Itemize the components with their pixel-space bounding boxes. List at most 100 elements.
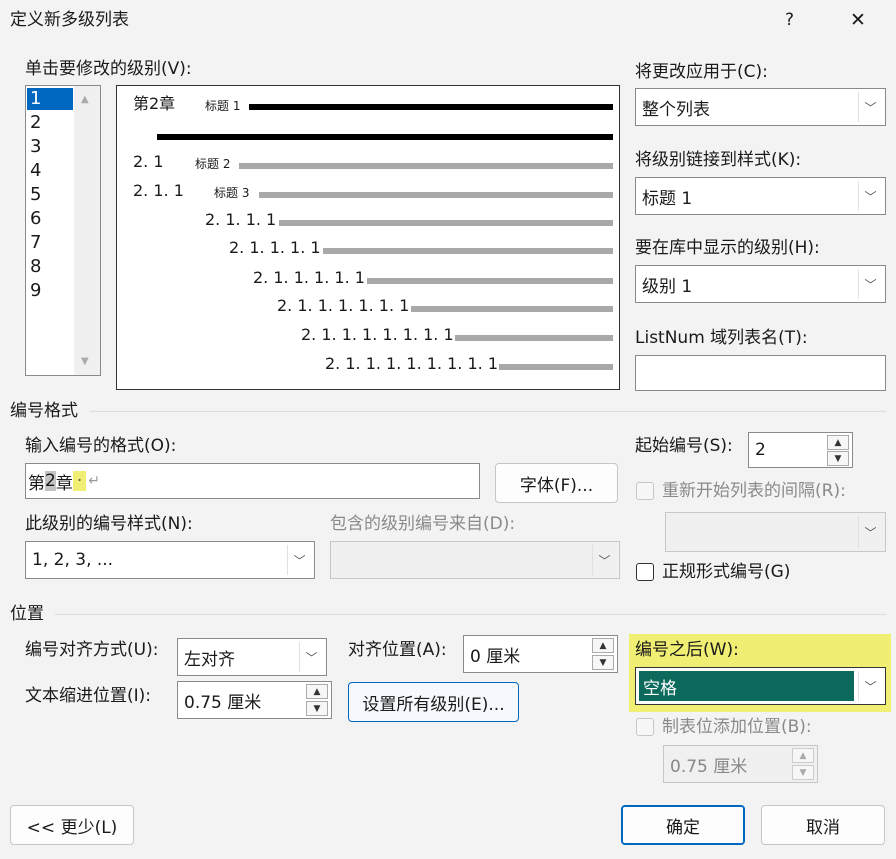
gallery-level-dropdown[interactable]: 级别 1 ﹀	[635, 265, 886, 303]
chevron-down-icon[interactable]: ﹀	[858, 516, 882, 548]
text-indent-spinner[interactable]: 0.75 厘米 ▲ ▼	[177, 681, 332, 719]
preview-l4-num: 2. 1. 1. 1	[205, 210, 277, 229]
spin-down-icon[interactable]: ▼	[792, 765, 814, 780]
follow-number-dropdown[interactable]: 空格 ﹀	[635, 667, 886, 705]
link-style-value: 标题 1	[642, 188, 693, 209]
spin-up-icon[interactable]: ▲	[306, 684, 328, 699]
spin-up-icon[interactable]: ▲	[827, 435, 849, 450]
chevron-down-icon[interactable]: ﹀	[858, 181, 882, 211]
chevron-down-icon[interactable]: ﹀	[287, 545, 311, 575]
level-item-7[interactable]: 7	[27, 232, 73, 254]
less-button[interactable]: << 更少(L)	[10, 805, 134, 845]
dialog-title: 定义新多级列表	[10, 10, 129, 30]
spin-down-icon[interactable]: ▼	[306, 701, 328, 716]
preview-l6-bar	[367, 278, 613, 284]
follow-number-value: 空格	[639, 671, 854, 701]
link-style-dropdown[interactable]: 标题 1 ﹀	[635, 177, 886, 215]
close-icon[interactable]: ✕	[850, 9, 866, 31]
text-indent-label: 文本缩进位置(I):	[25, 686, 152, 706]
restart-checkbox[interactable]	[636, 482, 654, 500]
number-format-input[interactable]: 第 2 章 · ↵	[25, 463, 480, 499]
chevron-down-icon[interactable]: ﹀	[592, 545, 616, 575]
legal-numbering-label: 正规形式编号(G)	[662, 562, 791, 582]
listnum-input[interactable]	[635, 355, 886, 391]
level-item-8[interactable]: 8	[27, 256, 73, 278]
restart-dropdown[interactable]: ﹀	[665, 512, 886, 552]
preview-l3-style: 标题 3	[214, 186, 250, 200]
add-tab-stop-label: 制表位添加位置(B):	[662, 717, 812, 737]
preview-l7-num: 2. 1. 1. 1. 1. 1. 1	[277, 296, 410, 315]
listnum-label: ListNum 域列表名(T):	[635, 328, 808, 348]
preview-l1-bar2	[157, 134, 613, 140]
number-format-label: 输入编号的格式(O):	[25, 436, 177, 456]
level-item-1[interactable]: 1	[27, 88, 73, 110]
spin-up-icon[interactable]: ▲	[792, 748, 814, 763]
font-button[interactable]: 字体(F)...	[495, 463, 618, 503]
number-alignment-dropdown[interactable]: 左对齐 ﹀	[177, 638, 327, 676]
level-item-5[interactable]: 5	[27, 184, 73, 206]
cancel-button[interactable]: 取消	[761, 805, 885, 845]
start-at-spinner[interactable]: 2 ▲ ▼	[748, 432, 853, 468]
preview-l1-bar	[249, 104, 613, 110]
preview-l7-bar	[411, 306, 613, 312]
preview-l1-num: 第2章	[133, 94, 176, 113]
levels-label: 单击要修改的级别(V):	[25, 59, 192, 79]
aligned-at-value: 0 厘米	[470, 646, 521, 667]
scroll-up-icon[interactable]: ▲	[81, 94, 89, 105]
preview-l3-bar	[259, 192, 613, 198]
scroll-down-icon[interactable]: ▼	[81, 356, 89, 367]
format-number-field: 2	[45, 471, 56, 491]
chevron-down-icon[interactable]: ﹀	[858, 92, 882, 122]
preview-l9-bar	[499, 364, 613, 370]
number-format-section-title: 编号格式	[10, 401, 78, 421]
format-suffix: 章	[55, 473, 73, 494]
start-at-label: 起始编号(S):	[635, 436, 733, 456]
legal-numbering-checkbox[interactable]	[636, 563, 654, 581]
level-item-3[interactable]: 3	[27, 136, 73, 158]
apply-to-dropdown[interactable]: 整个列表 ﹀	[635, 88, 886, 126]
level-item-6[interactable]: 6	[27, 208, 73, 230]
include-level-dropdown[interactable]: ﹀	[330, 541, 620, 579]
preview-l4-bar	[279, 220, 613, 226]
level-item-4[interactable]: 4	[27, 160, 73, 182]
number-style-label: 此级别的编号样式(N):	[25, 514, 193, 534]
number-style-value: 1, 2, 3, ...	[32, 550, 114, 570]
aligned-at-label: 对齐位置(A):	[348, 640, 447, 660]
number-alignment-value: 左对齐	[184, 649, 235, 670]
preview-l6-num: 2. 1. 1. 1. 1. 1	[253, 268, 365, 287]
chevron-down-icon[interactable]: ﹀	[858, 269, 882, 299]
preview-l5-num: 2. 1. 1. 1. 1	[229, 238, 321, 257]
level-item-9[interactable]: 9	[27, 280, 73, 302]
tab-stop-spinner[interactable]: 0.75 厘米 ▲ ▼	[663, 745, 818, 783]
preview-l8-num: 2. 1. 1. 1. 1. 1. 1. 1	[301, 325, 454, 344]
section-divider	[90, 411, 886, 412]
level-list[interactable]: 123456789 ▲ ▼	[25, 85, 101, 376]
preview-pane: 第2章 标题 1 2. 1 标题 2 2. 1. 1 标题 3 2. 1. 1.…	[116, 85, 620, 390]
chevron-down-icon[interactable]: ﹀	[299, 642, 323, 672]
preview-l9-num: 2. 1. 1. 1. 1. 1. 1. 1. 1	[325, 354, 498, 373]
format-prefix: 第	[28, 473, 45, 494]
help-button[interactable]: ?	[785, 9, 794, 31]
add-tab-stop-checkbox[interactable]	[636, 718, 654, 736]
spin-up-icon[interactable]: ▲	[592, 638, 614, 653]
gallery-level-value: 级别 1	[642, 276, 693, 297]
preview-l2-style: 标题 2	[195, 157, 231, 171]
number-alignment-label: 编号对齐方式(U):	[25, 640, 159, 660]
restart-label: 重新开始列表的间隔(R):	[662, 481, 846, 501]
number-style-dropdown[interactable]: 1, 2, 3, ... ﹀	[25, 541, 315, 579]
aligned-at-spinner[interactable]: 0 厘米 ▲ ▼	[463, 635, 618, 673]
spin-down-icon[interactable]: ▼	[592, 655, 614, 670]
chevron-down-icon[interactable]: ﹀	[858, 671, 882, 701]
preview-l5-bar	[323, 248, 613, 254]
level-item-2[interactable]: 2	[27, 112, 73, 134]
set-all-levels-button[interactable]: 设置所有级别(E)...	[348, 682, 519, 722]
ok-button[interactable]: 确定	[621, 805, 745, 845]
format-paragraph-mark: ↵	[88, 473, 100, 489]
level-list-scrollbar[interactable]: ▲ ▼	[74, 86, 100, 375]
spin-down-icon[interactable]: ▼	[827, 451, 849, 466]
gallery-level-label: 要在库中显示的级别(H):	[635, 238, 820, 258]
format-tab-mark: ·	[72, 471, 87, 491]
follow-number-label: 编号之后(W):	[635, 640, 739, 660]
apply-to-value: 整个列表	[642, 99, 710, 120]
tab-stop-value: 0.75 厘米	[670, 756, 748, 777]
